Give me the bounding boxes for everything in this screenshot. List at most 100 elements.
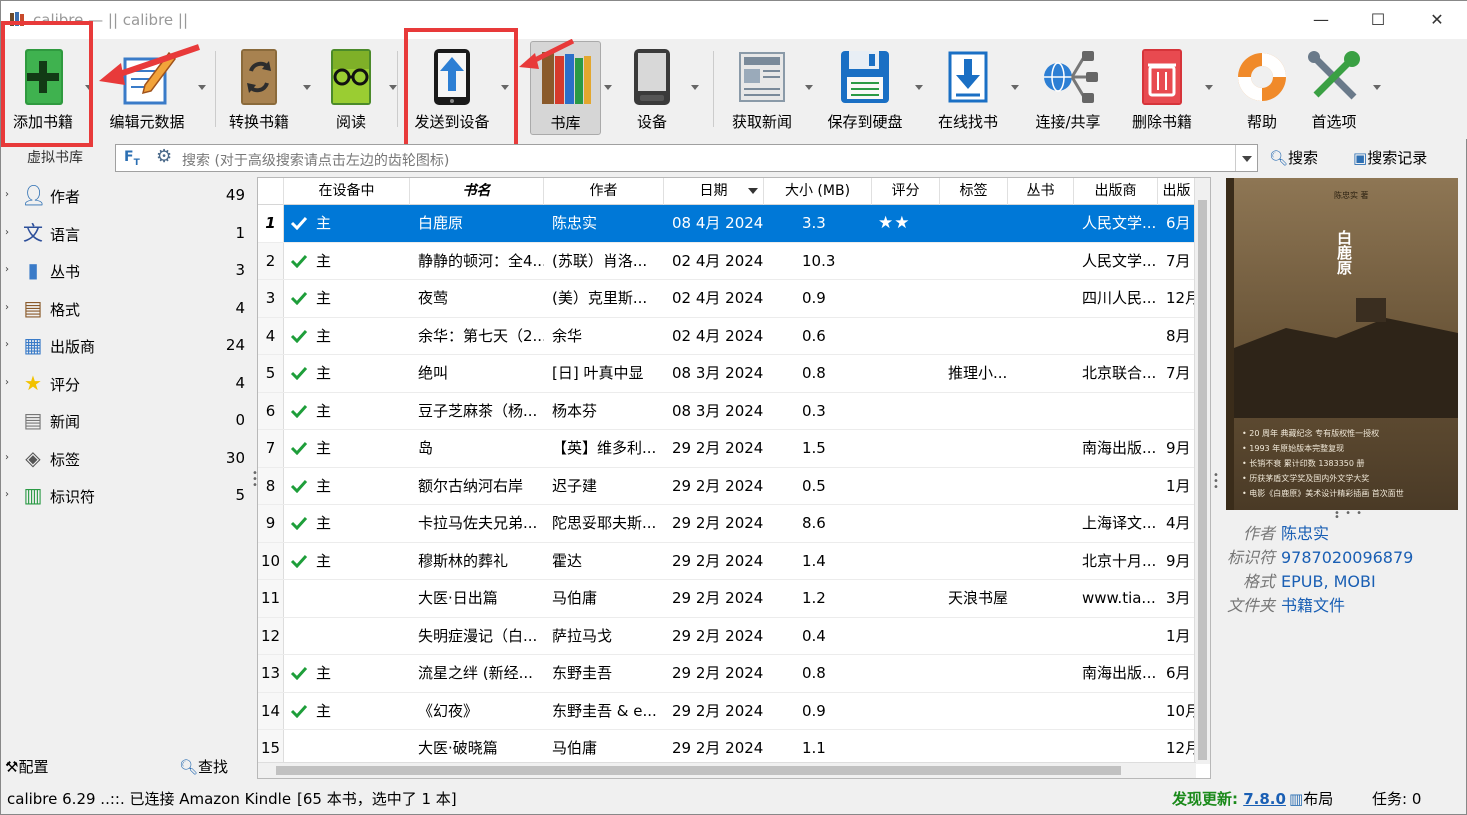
table-row[interactable]: 11 大医·日出篇 马伯庸 29 2月 2024 1.2 天浪书屋 www.tia... 3月 bbox=[258, 580, 1196, 618]
row-number[interactable]: 13 bbox=[258, 655, 284, 692]
tag-category-7[interactable]: › ◈ 标签 30 bbox=[1, 440, 253, 476]
expand-arrow-icon[interactable]: › bbox=[5, 452, 9, 463]
horizontal-scrollbar[interactable] bbox=[258, 762, 1196, 778]
table-row[interactable]: 5 主 绝叫 [日] 叶真中显 08 3月 2024 0.8 推理小... 北京联合... 7月 bbox=[258, 355, 1196, 393]
remove-books-button[interactable]: 删除书籍 bbox=[1125, 41, 1213, 135]
row-number[interactable]: 1 bbox=[258, 205, 284, 242]
tag-category-5[interactable]: › ★ 评分 4 bbox=[1, 365, 253, 401]
preferences-button[interactable]: 首选项 bbox=[1299, 41, 1381, 135]
row-number[interactable]: 5 bbox=[258, 355, 284, 392]
expand-arrow-icon[interactable]: › bbox=[5, 302, 9, 313]
search-history-dropdown[interactable] bbox=[1235, 145, 1257, 171]
table-row[interactable]: 8 主 额尔古纳河右岸 迟子建 29 2月 2024 0.5 1月 bbox=[258, 467, 1196, 505]
library-dropdown[interactable] bbox=[602, 41, 614, 135]
row-number[interactable]: 8 bbox=[258, 467, 284, 504]
row-number[interactable]: 7 bbox=[258, 430, 284, 467]
row-number[interactable]: 12 bbox=[258, 617, 284, 654]
jobs-indicator[interactable]: 任务: 0 bbox=[1372, 786, 1421, 812]
folder-link[interactable]: 书籍文件 bbox=[1281, 596, 1345, 615]
send-to-device-button[interactable]: 发送到设备 bbox=[407, 41, 509, 135]
column-header-author[interactable]: 作者 bbox=[544, 178, 664, 205]
splitter-handle-left[interactable]: • • • bbox=[252, 469, 258, 491]
tag-category-4[interactable]: › ▦ 出版商 24 bbox=[1, 327, 253, 363]
splitter-handle-right[interactable]: • • • bbox=[1213, 471, 1219, 493]
isbn-link[interactable]: 9787020096879 bbox=[1281, 548, 1413, 567]
expand-arrow-icon[interactable]: › bbox=[5, 227, 9, 238]
help-button[interactable]: 帮助 bbox=[1227, 41, 1297, 135]
full-text-search-icon[interactable]: FT bbox=[124, 149, 140, 168]
layout-button[interactable]: ▥布局 bbox=[1289, 786, 1333, 812]
update-notice[interactable]: 发现更新: 7.8.0 bbox=[1172, 786, 1286, 812]
formats-link[interactable]: EPUB, MOBI bbox=[1281, 572, 1376, 591]
table-row[interactable]: 13 主 流星之绊 (新经... 东野圭吾 29 2月 2024 0.8 南海出版... 6月 bbox=[258, 655, 1196, 693]
expand-arrow-icon[interactable]: › bbox=[5, 339, 9, 350]
table-row[interactable]: 3 主 夜莺 (美）克里斯... 02 4月 2024 0.9 四川人民... 12月 bbox=[258, 280, 1196, 318]
author-link[interactable]: 陈忠实 bbox=[1281, 524, 1329, 543]
maximize-button[interactable]: ☐ bbox=[1358, 7, 1398, 33]
table-row[interactable]: 10 主 穆斯林的葬礼 霍达 29 2月 2024 1.4 北京十月... 9月 bbox=[258, 542, 1196, 580]
table-row[interactable]: 6 主 豆子芝麻茶（杨... 杨本芬 08 3月 2024 0.3 bbox=[258, 392, 1196, 430]
row-number[interactable]: 10 bbox=[258, 542, 284, 579]
vertical-scrollbar[interactable] bbox=[1194, 178, 1210, 764]
find-button[interactable]: 🔍︎查找 bbox=[179, 756, 228, 777]
column-header-title[interactable]: 书名 bbox=[410, 178, 544, 205]
device-button[interactable]: 设备 bbox=[619, 41, 699, 135]
search-input[interactable]: FT ⚙ 搜索 (对于高级搜索请点击左边的齿轮图标) bbox=[115, 144, 1258, 172]
table-row[interactable]: 14 主 《幻夜》 东野圭吾 & e... 29 2月 2024 0.9 10月 bbox=[258, 692, 1196, 730]
minimize-button[interactable]: — bbox=[1301, 7, 1341, 33]
get-books-button[interactable]: 在线找书 bbox=[935, 41, 1019, 135]
table-row[interactable]: 12 失明症漫记（白... 萨拉马戈 29 2月 2024 0.4 1月 bbox=[258, 617, 1196, 655]
library-button[interactable]: 书库 bbox=[530, 41, 601, 135]
update-version-link[interactable]: 7.8.0 bbox=[1243, 790, 1286, 808]
tag-category-6[interactable]: ▤ 新闻 0 bbox=[1, 402, 253, 438]
fetch-news-button[interactable]: 获取新闻 bbox=[725, 41, 813, 135]
table-row[interactable]: 9 主 卡拉马佐夫兄弟... 陀思妥耶夫斯... 29 2月 2024 8.6 上海译文..… bbox=[258, 505, 1196, 543]
column-header-publisher[interactable]: 出版商 bbox=[1074, 178, 1158, 205]
row-number[interactable]: 6 bbox=[258, 392, 284, 429]
close-button[interactable]: ✕ bbox=[1417, 7, 1457, 33]
person-icon: 👤︎ bbox=[21, 183, 47, 207]
expand-arrow-icon[interactable]: › bbox=[5, 377, 9, 388]
column-header-on_device[interactable]: 在设备中 bbox=[284, 178, 410, 205]
row-number[interactable]: 4 bbox=[258, 317, 284, 354]
cell-tags bbox=[948, 655, 1008, 692]
edit-metadata-button[interactable]: 编辑元数据 bbox=[101, 41, 206, 135]
row-number[interactable]: 9 bbox=[258, 505, 284, 542]
column-header-size[interactable]: 大小 (MB) bbox=[764, 178, 872, 205]
row-number[interactable]: 2 bbox=[258, 242, 284, 279]
connect-share-button[interactable]: 连接/共享 bbox=[1031, 41, 1105, 135]
tag-category-1[interactable]: › 文语言 1 bbox=[1, 215, 253, 251]
search-button[interactable]: 🔍︎搜索 bbox=[1269, 146, 1318, 170]
table-row[interactable]: 4 主 余华：第七天（2... 余华 02 4月 2024 0.6 8月 bbox=[258, 317, 1196, 355]
convert-books-button[interactable]: 转换书籍 bbox=[223, 41, 311, 135]
table-row[interactable]: 2 主 静静的顿河：全4... (苏联）肖洛... 02 4月 2024 10.3 人民文学… bbox=[258, 242, 1196, 280]
column-header-rating[interactable]: 评分 bbox=[872, 178, 940, 205]
tag-category-8[interactable]: › ▥ 标识符 5 bbox=[1, 477, 253, 513]
table-row[interactable]: 1 主 白鹿原 陈忠实 08 4月 2024 3.3 ★★ 人民文学... 6月 bbox=[258, 205, 1196, 243]
column-header-pub[interactable]: 出版 bbox=[1158, 178, 1196, 205]
add-books-dropdown[interactable] bbox=[85, 41, 93, 135]
tag-category-0[interactable]: › 👤︎ 作者 49 bbox=[1, 177, 253, 213]
column-header-series[interactable]: 丛书 bbox=[1008, 178, 1074, 205]
tag-category-name: 格式 bbox=[50, 300, 81, 319]
column-header-tags[interactable]: 标签 bbox=[940, 178, 1008, 205]
row-number[interactable]: 3 bbox=[258, 280, 284, 317]
expand-arrow-icon[interactable]: › bbox=[5, 489, 9, 500]
add-books-button[interactable]: 添加书籍 bbox=[5, 41, 81, 135]
book-list-table[interactable]: 在设备中 书名 作者 日期 大小 (MB) 评分 标签 丛书 出版商 出版 1 主白鹿原 陈忠实 08 … bbox=[257, 177, 1211, 779]
expand-arrow-icon[interactable]: › bbox=[5, 264, 9, 275]
view-button[interactable]: 阅读 bbox=[313, 41, 397, 135]
virtual-library-button[interactable]: 虚拟书库 bbox=[9, 145, 109, 171]
table-row[interactable]: 7 主 岛 【英】维多利... 29 2月 2024 1.5 南海出版... 9月 bbox=[258, 430, 1196, 468]
expand-arrow-icon[interactable]: › bbox=[5, 189, 9, 200]
configure-button[interactable]: ⚒配置 bbox=[5, 756, 48, 777]
row-number[interactable]: 14 bbox=[258, 692, 284, 729]
tag-category-3[interactable]: › ▤ 格式 4 bbox=[1, 290, 253, 326]
saved-searches-button[interactable]: ▣搜索记录 bbox=[1353, 146, 1427, 170]
tag-category-2[interactable]: › ▮ 丛书 3 bbox=[1, 252, 253, 288]
row-number[interactable]: 11 bbox=[258, 580, 284, 617]
save-to-disk-button[interactable]: 保存到硬盘 bbox=[823, 41, 923, 135]
book-cover-image[interactable]: 陈忠实 著 白鹿原 • 20 周年 典藏纪念 专有版权惟一授权 • 1993 年原… bbox=[1226, 178, 1458, 510]
cover-splitter-handle[interactable]: • • • • bbox=[1334, 509, 1364, 523]
gear-icon[interactable]: ⚙ bbox=[156, 146, 172, 167]
